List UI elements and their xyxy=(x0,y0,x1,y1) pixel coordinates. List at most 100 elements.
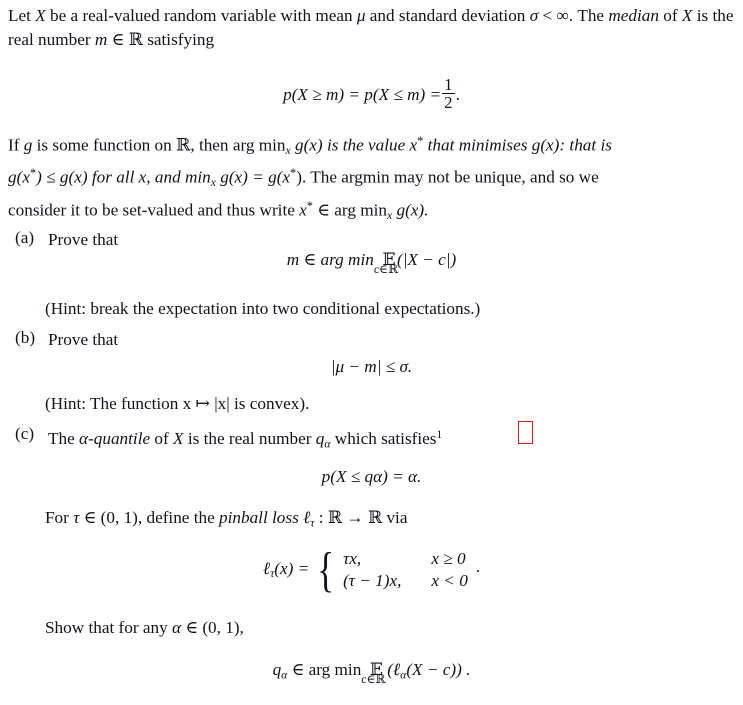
pinball-loss-intro: For τ ∈ (0, 1), define the pinball loss … xyxy=(45,506,407,535)
item-b-hint-text: (Hint: The function x ↦ |x| is convex). xyxy=(45,394,310,413)
fraction-denominator: 2 xyxy=(442,93,455,113)
equation-quantile-argmin: qα ∈ arg min c∈ℝ 𝔼 (ℓα(X − c)) . xyxy=(0,660,743,686)
argmin-text-a: If xyxy=(8,135,24,155)
equation-a-lhs: m ∈ arg min xyxy=(287,250,374,269)
term-alpha-quantile: α-quantile xyxy=(79,429,151,449)
argmin-line-1: If g is some function on ℝ, then arg min… xyxy=(8,130,738,162)
item-b-marker: (b) xyxy=(15,328,36,347)
argmin-text-l: g(x). xyxy=(392,200,429,220)
equation-median-period: . xyxy=(455,85,460,105)
piecewise-condition-1: x ≥ 0 xyxy=(431,549,466,568)
equation-c-quantile-text: p(X ≤ qα) = α. xyxy=(321,467,422,486)
pinball-text-a: For xyxy=(45,508,74,527)
intro-line-1: Let X be a real-valued random variable w… xyxy=(8,6,608,25)
variable-m: m xyxy=(94,29,108,49)
argmin-operator-a: c∈ℝ xyxy=(374,250,398,276)
piecewise-condition-2: x < 0 xyxy=(431,571,468,590)
variable-X: X xyxy=(35,6,46,25)
intro-text-f: of xyxy=(658,6,682,25)
argmin-under-c: c∈ℝ xyxy=(361,672,386,687)
equation-median-lhs: p(X ≥ m) = p(X ≤ m) = xyxy=(283,85,442,105)
item-label-a: (a) xyxy=(15,228,34,248)
argmin-text-f: g(x xyxy=(8,167,30,187)
argmin-text-e: that minimises g(x): that is xyxy=(423,135,612,155)
item-a-hint: (Hint: break the expectation into two co… xyxy=(45,297,480,321)
item-a-prompt: Prove that xyxy=(48,228,118,252)
item-a-marker: (a) xyxy=(15,228,35,247)
variable-X-3: X xyxy=(173,429,184,449)
symbol-reals-2: ℝ xyxy=(176,135,191,155)
item-a-hint-text: (Hint: break the expectation into two co… xyxy=(45,299,481,318)
equation-a-body: (|X − c|) xyxy=(396,250,457,269)
show-that-line: Show that for any α ∈ (0, 1), xyxy=(45,616,244,640)
argmin-text-h: g(x) = g(x xyxy=(215,167,291,187)
equation-median-argmin: m ∈ arg min c∈ℝ 𝔼 (|X − c|) xyxy=(0,250,743,276)
argmin-operator-c: c∈ℝ xyxy=(361,660,385,686)
argmin-line-2: g(x*) ≤ g(x) for all x, and minx g(x) = … xyxy=(8,162,738,194)
item-c-marker: (c) xyxy=(15,424,35,443)
argmin-under-a: c∈ℝ xyxy=(373,262,399,277)
piecewise-value-1: τx, xyxy=(343,549,362,568)
argmin-text-b: is some function on xyxy=(32,135,177,155)
show-text-b: ∈ (0, 1), xyxy=(181,618,244,637)
argmin-text-i: ). The argmin may not be unique, and so … xyxy=(296,167,599,187)
symbol-alpha: α xyxy=(171,618,182,637)
pinball-text-c: : ℝ → ℝ via xyxy=(314,508,408,527)
intro-text-c: and standard deviation xyxy=(365,6,530,25)
document-page: Let X be a real-valued random variable w… xyxy=(0,0,743,705)
final-eq-body-rest: (X − c)) . xyxy=(406,660,471,679)
variable-X-2: X xyxy=(681,6,693,25)
variable-x-star-2: x xyxy=(299,200,307,220)
argmin-text-j: consider it to be set-valued and thus wr… xyxy=(8,200,300,220)
argmin-paragraph: If g is some function on ℝ, then arg min… xyxy=(8,130,738,227)
piecewise-value-2: (τ − 1)x, xyxy=(343,571,402,590)
argmin-text-k: ∈ arg min xyxy=(312,200,387,220)
piecewise-row: (τ − 1)x, x < 0 xyxy=(343,570,468,592)
term-pinball-loss: pinball loss xyxy=(219,508,299,527)
left-curly-brace-icon: { xyxy=(316,541,334,597)
item-b-prompt: Prove that xyxy=(48,328,118,352)
piecewise-trailing-period: . xyxy=(475,557,481,577)
fraction-one-half: 12 xyxy=(442,75,455,113)
intro-paragraph: Let X be a real-valued random variable w… xyxy=(8,4,736,51)
intro-text-a: Let xyxy=(8,6,36,25)
footnote-marker: 1 xyxy=(436,429,443,441)
intro-text-d: < xyxy=(538,6,557,25)
argmin-text-d: g(x) is the value xyxy=(290,135,410,155)
item-c-text-c: is the real number xyxy=(183,429,316,449)
symbol-infinity: ∞ xyxy=(556,6,569,25)
intro-text-e: . The xyxy=(568,6,605,25)
item-label-b: (b) xyxy=(15,328,35,348)
item-c-text-d: which satisfies xyxy=(330,429,437,449)
item-b-prompt-text: Prove that xyxy=(48,330,119,349)
term-median: median xyxy=(608,6,659,25)
equation-median-definition: p(X ≥ m) = p(X ≤ m) = 1 2. xyxy=(0,75,743,113)
pinball-text-b: ∈ (0, 1), define the xyxy=(79,508,220,527)
symbol-mu: μ xyxy=(356,6,366,25)
symbol-sigma: σ xyxy=(529,6,539,25)
fraction-numerator: 1 xyxy=(444,75,453,94)
item-a-prompt-text: Prove that xyxy=(48,230,119,249)
equation-b-text: |μ − m| ≤ σ. xyxy=(330,357,413,376)
piecewise-lhs-ell: ℓ xyxy=(262,558,271,578)
annotation-box-footnote xyxy=(518,421,533,444)
symbol-reals: ℝ xyxy=(128,29,143,49)
show-text-a: Show that for any xyxy=(45,618,172,637)
intro-text-h: satisfying xyxy=(142,29,215,49)
argmin-text-c: , then arg min xyxy=(190,135,286,155)
equation-a-lhs-text: m ∈ arg min xyxy=(286,250,374,269)
piecewise-row: τx, x ≥ 0 xyxy=(343,548,468,570)
piecewise-table: τx, x ≥ 0 (τ − 1)x, x < 0 xyxy=(343,548,468,592)
final-eq-mid: ∈ arg min xyxy=(287,660,362,679)
item-label-c: (c) xyxy=(15,424,34,444)
equation-quantile-definition: p(X ≤ qα) = α. xyxy=(0,467,743,487)
symbol-element-of: ∈ xyxy=(111,29,125,49)
intro-text-b: be a real-valued random variable with me… xyxy=(45,6,357,25)
item-c-text-b: of xyxy=(150,429,174,449)
argmin-line-3: consider it to be set-valued and thus wr… xyxy=(8,195,738,227)
item-c-text-a: The xyxy=(48,429,80,449)
piecewise-cases: { τx, x ≥ 0 (τ − 1)x, x < 0 xyxy=(314,541,468,597)
item-b-hint: (Hint: The function x ↦ |x| is convex). xyxy=(45,392,309,416)
equation-mean-median-bound: |μ − m| ≤ σ. xyxy=(0,357,743,377)
final-eq-q: q xyxy=(272,660,282,679)
